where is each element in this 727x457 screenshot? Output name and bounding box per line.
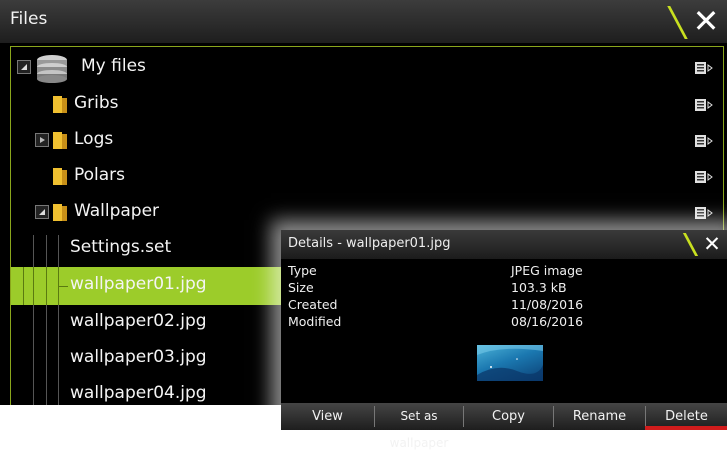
row-menu-icon[interactable] — [695, 171, 713, 183]
tree-branch-line — [58, 286, 68, 287]
row-menu-icon[interactable] — [695, 135, 713, 147]
tree-row-my-files[interactable]: My files — [11, 50, 723, 86]
tree-row-polars[interactable]: Polars — [11, 159, 723, 195]
folder-icon — [53, 132, 67, 149]
prop-modified-value: 08/16/2016 — [511, 314, 584, 329]
delete-highlight-bar — [645, 426, 727, 430]
folder-icon — [53, 96, 67, 113]
prop-modified-label: Modified — [288, 314, 342, 329]
tree-row-logs[interactable]: Logs — [11, 123, 723, 159]
prop-size-label: Size — [288, 280, 314, 295]
details-close-button[interactable]: ✕ — [699, 231, 725, 258]
expand-toggle[interactable] — [35, 133, 49, 147]
tree-row-label: wallpaper04.jpg — [70, 383, 207, 403]
tree-row-label: Polars — [74, 165, 126, 185]
tree-row-label: wallpaper01.jpg — [70, 274, 207, 294]
wallpaper-preview-image — [477, 345, 543, 381]
prop-type-value: JPEG image — [511, 263, 583, 278]
title-slash-decoration — [682, 233, 699, 256]
collapsed-triangle-icon — [40, 137, 45, 143]
collapse-toggle[interactable] — [17, 60, 31, 74]
expanded-triangle-icon — [21, 64, 27, 70]
close-icon: ✕ — [703, 232, 721, 256]
prop-created-label: Created — [288, 297, 338, 312]
tree-row-label: Settings.set — [70, 237, 172, 257]
row-menu-icon[interactable] — [695, 207, 713, 219]
tree-guide-line — [46, 267, 47, 305]
expanded-triangle-icon — [39, 209, 45, 215]
folder-icon — [53, 168, 67, 185]
copy-button[interactable]: Copy — [464, 403, 553, 430]
tree-row-gribs[interactable]: Gribs — [11, 87, 723, 123]
tree-guide-line — [33, 267, 34, 305]
prop-created-value: 11/08/2016 — [511, 297, 584, 312]
collapse-toggle[interactable] — [35, 205, 49, 219]
rename-button[interactable]: Rename — [554, 403, 645, 430]
files-close-button[interactable]: ✕ — [688, 4, 724, 40]
files-titlebar: Files ✕ — [0, 0, 727, 43]
tree-row-label: wallpaper02.jpg — [70, 311, 207, 331]
tree-guide-line — [23, 267, 24, 305]
tree-row-label: Logs — [74, 129, 114, 149]
view-button[interactable]: View — [281, 403, 374, 430]
title-slash-decoration — [667, 6, 688, 39]
details-dialog: Details - wallpaper01.jpg ✕ Type JPEG im… — [281, 230, 727, 450]
details-title: Details - wallpaper01.jpg — [288, 236, 451, 251]
tree-row-wallpaper[interactable]: Wallpaper — [11, 195, 723, 231]
prop-size-value: 103.3 kB — [511, 280, 567, 295]
tree-row-label: wallpaper03.jpg — [70, 347, 207, 367]
folder-icon — [53, 204, 67, 221]
drive-stack-icon — [37, 55, 67, 83]
close-icon: ✕ — [692, 2, 720, 40]
prop-type-label: Type — [288, 263, 317, 278]
set-as-wallpaper-button[interactable]: Set as wallpaper — [375, 403, 463, 450]
image-thumbnail — [477, 345, 543, 381]
row-menu-icon[interactable] — [695, 99, 713, 111]
tree-row-label: Wallpaper — [74, 201, 160, 221]
tree-row-label: My files — [81, 56, 146, 76]
details-titlebar: Details - wallpaper01.jpg ✕ — [281, 230, 727, 259]
row-menu-icon[interactable] — [695, 62, 713, 74]
files-title: Files — [10, 9, 48, 29]
tree-row-label: Gribs — [74, 93, 119, 113]
